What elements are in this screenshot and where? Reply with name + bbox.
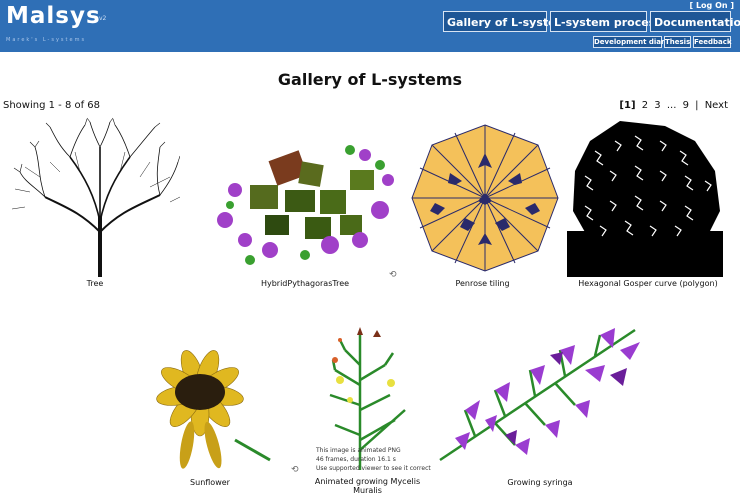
gallery-item-growing-syringa[interactable]: Growing syringa [435,320,645,495]
note-line-2: 46 frames, duration 16.1 s [316,456,396,463]
page-link-3[interactable]: 3 [654,100,660,111]
subnav-thesis[interactable]: Thesis [664,36,691,48]
page-separator: | [695,100,699,111]
top-bar: Malsys v2 Marek's L-systems [ Log On ] G… [0,0,740,52]
gallery-item-penrose-tiling[interactable]: Penrose tiling [395,115,570,295]
note-line-1: This image is animated PNG [316,447,401,454]
nav-documentation[interactable]: Documentation [650,11,740,32]
showing-count: Showing 1 - 8 of 68 [3,100,101,111]
animated-png-note: This image is animated PNG 46 frames, du… [316,446,431,473]
sunflower-thumbnail[interactable] [125,350,275,475]
nav-gallery[interactable]: Gallery of L-systems [443,11,574,32]
gosper-curve-thumbnail[interactable] [565,121,725,279]
login-link[interactable]: [ Log On ] [690,1,734,10]
caption-sunflower[interactable]: Sunflower [115,478,305,487]
gallery-item-tree[interactable]: Tree [5,115,185,295]
gallery-item-hexagonal-gosper-curve[interactable]: Hexagonal Gosper curve (polygon) [563,115,733,295]
caption-growing-syringa[interactable]: Growing syringa [435,478,645,487]
tree-thumbnail[interactable] [10,117,180,277]
logo-version: v2 [99,15,107,22]
note-line-3: Use supported viewer to see it correct [316,465,431,472]
page-current: [1] [619,100,636,111]
page-link-2[interactable]: 2 [642,100,648,111]
caption-mycelis-muralis[interactable]: Animated growing Mycelis Muralis [300,477,435,495]
pagination: [1] 2 3 ... 9 | Next [616,100,728,111]
gallery-item-sunflower[interactable]: ⟲ Sunflower [115,320,305,495]
caption-tree[interactable]: Tree [5,279,185,288]
page-next[interactable]: Next [705,100,728,111]
caption-hybridpythagorastree[interactable]: HybridPythagorasTree [205,279,405,288]
gallery-item-hybridpythagorastree[interactable]: ⟲ HybridPythagorasTree [205,115,405,295]
page-link-9[interactable]: 9 [683,100,689,111]
page-ellipsis: ... [666,100,677,111]
logo-tagline: Marek's L-systems [6,37,87,43]
subnav-development-diary[interactable]: Development diary [593,36,669,48]
caption-hexagonal-gosper-curve[interactable]: Hexagonal Gosper curve (polygon) [563,279,733,288]
animated-icon: ⟲ [291,465,299,475]
caption-penrose-tiling[interactable]: Penrose tiling [395,279,570,288]
site-logo[interactable]: Malsys [6,3,101,29]
growing-syringa-thumbnail[interactable] [435,320,647,465]
hybridpythagorastree-thumbnail[interactable] [210,145,400,275]
penrose-tiling-thumbnail[interactable] [410,123,560,273]
subnav-feedback[interactable]: Feedback [693,36,732,48]
page-title: Gallery of L-systems [277,70,463,89]
nav-lsystem-processor[interactable]: L-system processor [550,11,675,32]
